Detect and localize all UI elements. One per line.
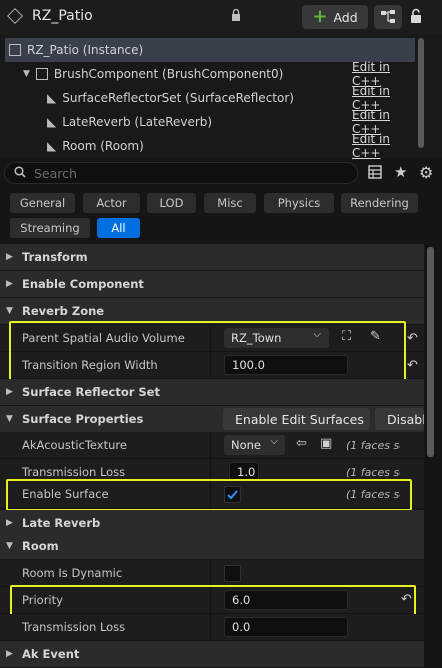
tree-scrollbar[interactable] bbox=[418, 38, 424, 148]
category-label: Ak Event bbox=[22, 647, 80, 661]
add-label: Add bbox=[333, 9, 358, 25]
faces-note: (1 faces selected) bbox=[346, 466, 400, 479]
blueprint-icon bbox=[381, 10, 395, 23]
reset-icon[interactable]: ↶ bbox=[407, 331, 418, 346]
category-label: Enable Component bbox=[22, 277, 144, 291]
gear-icon[interactable]: ⚙ bbox=[419, 163, 433, 182]
room-transmission-field[interactable]: 0.0 bbox=[224, 617, 348, 637]
reset-icon[interactable]: ↶ bbox=[401, 592, 412, 607]
tree-item-surface-reflector[interactable]: ◣ SurfaceReflectorSet (SurfaceReflector)… bbox=[5, 84, 415, 112]
search-placeholder: Search bbox=[34, 166, 77, 181]
category-room[interactable]: ▼ Room bbox=[0, 533, 424, 559]
padlock-icon[interactable] bbox=[409, 8, 423, 24]
category-label: Surface Reflector Set bbox=[22, 385, 160, 399]
room-icon: ◣ bbox=[47, 139, 57, 153]
filter-general[interactable]: General bbox=[10, 193, 75, 213]
column-divider[interactable] bbox=[210, 432, 211, 458]
chevron-right-icon: ▶ bbox=[6, 649, 13, 659]
property-label: Room Is Dynamic bbox=[22, 566, 123, 580]
chevron-right-icon: ▶ bbox=[6, 387, 13, 397]
edit-cpp-link[interactable]: Edit in C++ bbox=[352, 132, 415, 160]
page-title: RZ_Patio bbox=[32, 8, 93, 24]
filter-lod[interactable]: LOD bbox=[147, 193, 196, 213]
property-row: AkAcousticTexture None ⌵ ⇦ ▣ (1 faces se… bbox=[0, 432, 424, 459]
property-row: Room Is Dynamic bbox=[0, 560, 424, 587]
room-dynamic-checkbox[interactable] bbox=[224, 565, 241, 582]
category-surface-reflector-set[interactable]: ▶ Surface Reflector Set bbox=[0, 379, 424, 405]
enable-edit-surfaces-button[interactable]: Enable Edit Surfaces bbox=[223, 408, 370, 430]
faces-note: (1 faces selected) bbox=[346, 439, 400, 452]
tree-item-label: LateReverb (LateReverb) bbox=[62, 115, 213, 129]
column-divider[interactable] bbox=[210, 560, 211, 586]
category-label: Surface Properties bbox=[22, 412, 144, 426]
tree-item-label: SurfaceReflectorSet (SurfaceReflector) bbox=[62, 91, 294, 105]
category-enable-component[interactable]: ▶ Enable Component bbox=[0, 271, 424, 297]
category-transform[interactable]: ▶ Transform bbox=[0, 244, 424, 270]
property-label: Transmission Loss bbox=[22, 620, 126, 634]
property-label: Transmission Loss bbox=[22, 465, 126, 479]
add-component-button[interactable]: + Add bbox=[302, 5, 368, 29]
disable-button[interactable]: Disable bbox=[375, 408, 424, 430]
chevron-down-icon: ▼ bbox=[6, 541, 13, 551]
highlight-box bbox=[9, 321, 406, 382]
browse-folder-icon[interactable]: ▣ bbox=[320, 436, 332, 451]
highlight-box bbox=[10, 585, 416, 616]
highlight-box bbox=[6, 479, 412, 511]
details-scrollbar[interactable] bbox=[427, 247, 434, 457]
category-ak-event[interactable]: ▶ Ak Event bbox=[0, 641, 424, 667]
brush-icon bbox=[35, 68, 48, 80]
chevron-down-icon: ▼ bbox=[6, 306, 13, 316]
property-label: AkAcousticTexture bbox=[22, 438, 127, 452]
component-icon bbox=[9, 44, 21, 56]
tree-item-label: BrushComponent (BrushComponent0) bbox=[53, 67, 284, 81]
category-label: Reverb Zone bbox=[22, 304, 105, 318]
filter-all[interactable]: All bbox=[97, 218, 140, 238]
tree-item-room[interactable]: ◣ Room (Room) Edit in C++ bbox=[5, 132, 415, 160]
property-row: Transmission Loss 0.0 bbox=[0, 614, 424, 641]
reset-icon[interactable]: ↶ bbox=[407, 358, 418, 373]
lock-icon[interactable] bbox=[231, 9, 241, 21]
chevron-right-icon: ▶ bbox=[6, 279, 13, 289]
filter-actor[interactable]: Actor bbox=[83, 193, 140, 213]
reverb-icon: ◣ bbox=[47, 115, 57, 129]
chevron-right-icon: ▶ bbox=[6, 252, 13, 262]
filter-physics[interactable]: Physics bbox=[264, 193, 334, 213]
category-label: Transform bbox=[22, 250, 88, 264]
tree-item-brush[interactable]: ▼ BrushComponent (BrushComponent0) Edit … bbox=[5, 60, 415, 88]
search-icon bbox=[14, 166, 26, 178]
filter-rendering[interactable]: Rendering bbox=[341, 193, 418, 213]
reflector-icon: ◣ bbox=[47, 91, 57, 105]
category-label: Room bbox=[22, 539, 59, 553]
chevron-down-icon: ⌵ bbox=[270, 436, 278, 447]
column-divider[interactable] bbox=[210, 614, 211, 640]
plus-icon: + bbox=[312, 6, 328, 27]
use-selected-icon[interactable]: ⇦ bbox=[296, 436, 307, 451]
tree-item-label: Room (Room) bbox=[62, 139, 144, 153]
tree-item-label: RZ_Patio (Instance) bbox=[27, 43, 144, 57]
property-matrix-icon[interactable] bbox=[368, 165, 382, 179]
star-icon[interactable]: ★ bbox=[394, 163, 407, 181]
tree-item-instance[interactable]: RZ_Patio (Instance) bbox=[5, 38, 415, 62]
chevron-right-icon: ▶ bbox=[6, 518, 13, 528]
blueprint-button[interactable] bbox=[374, 5, 402, 29]
chevron-down-icon: ▼ bbox=[23, 69, 30, 79]
filter-misc[interactable]: Misc bbox=[204, 193, 256, 213]
category-label: Late Reverb bbox=[22, 516, 101, 530]
tree-item-late-reverb[interactable]: ◣ LateReverb (LateReverb) Edit in C++ bbox=[5, 108, 415, 136]
filter-streaming[interactable]: Streaming bbox=[10, 218, 90, 238]
combo-value: None bbox=[231, 438, 262, 452]
chevron-down-icon: ▼ bbox=[6, 414, 13, 424]
texture-combo[interactable]: None ⌵ bbox=[224, 435, 285, 455]
